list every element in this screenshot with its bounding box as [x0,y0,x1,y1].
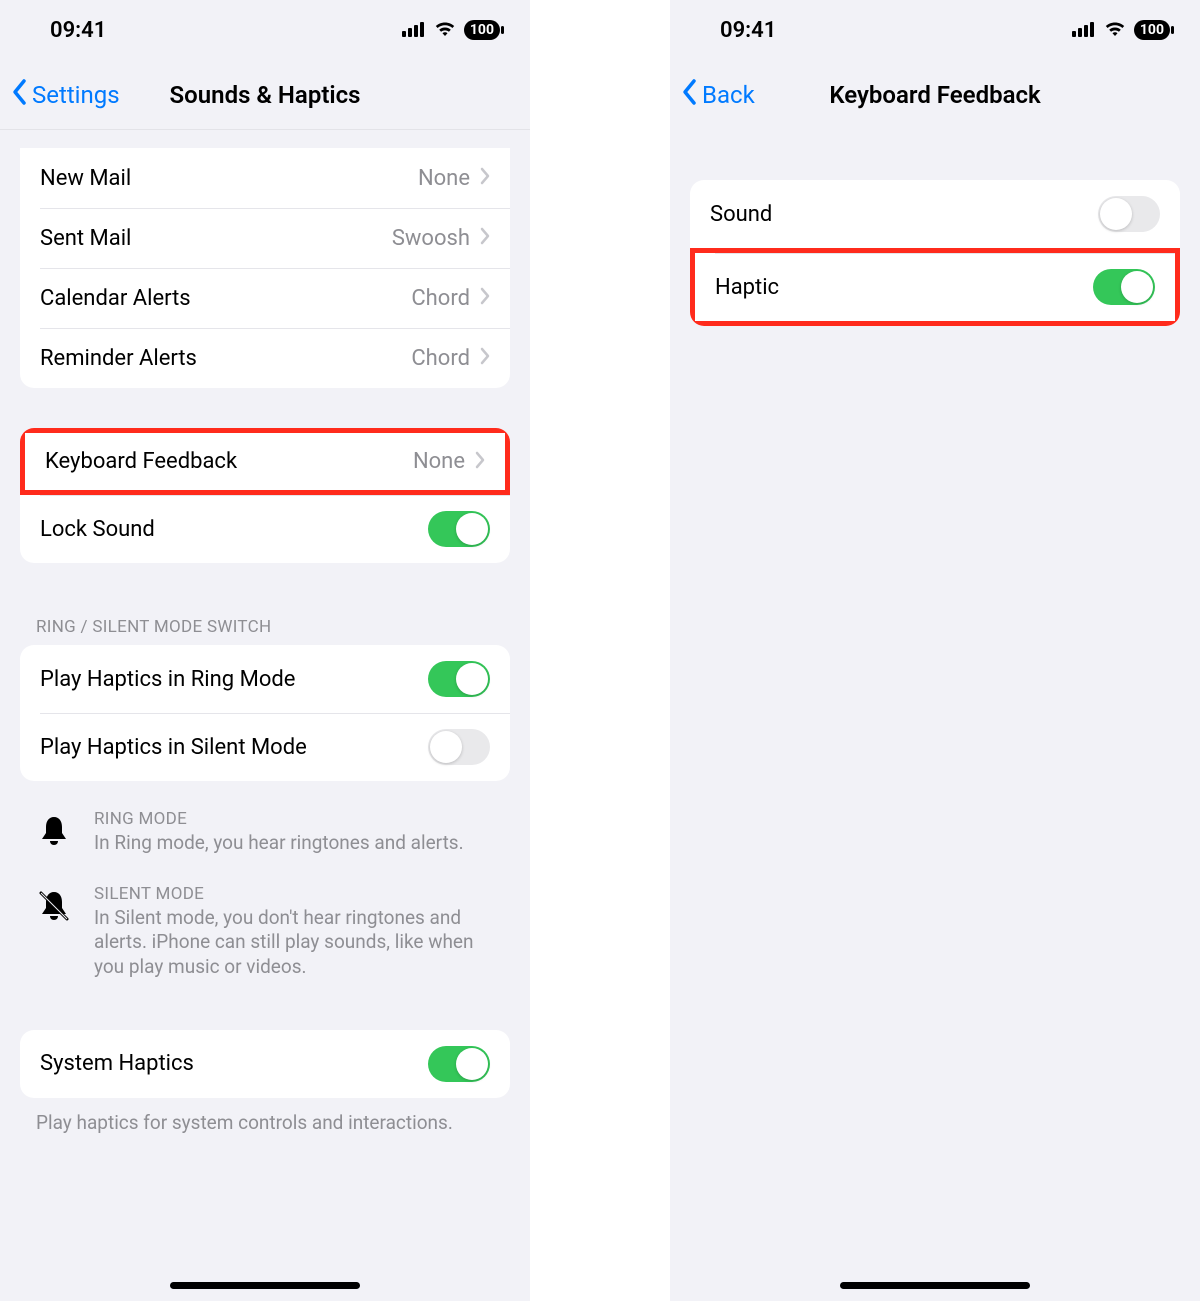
row-haptics-silent: Play Haptics in Silent Mode [20,713,510,781]
nav-bar: Back Keyboard Feedback [670,60,1200,130]
toggle-haptics-silent[interactable] [428,729,490,765]
toggle-system-haptics[interactable] [428,1046,490,1082]
chevron-right-icon [480,167,490,189]
back-label: Back [702,81,755,109]
battery-icon: 100 [464,20,500,40]
chevron-left-icon [680,78,698,112]
chevron-right-icon [475,451,485,473]
row-new-mail[interactable]: New Mail None [20,148,510,208]
settings-group-sounds: New Mail None Sent Mail Swoosh Calendar … [20,148,510,388]
row-reminder-alerts[interactable]: Reminder Alerts Chord [20,328,510,388]
settings-group-system-haptics: System Haptics [20,1030,510,1098]
row-label: Play Haptics in Silent Mode [40,735,428,760]
row-value: None [418,166,470,191]
group-header-ring-silent: RING / SILENT MODE SWITCH [0,603,530,645]
signal-icon [402,18,426,43]
group-footer-system-haptics: Play haptics for system controls and int… [0,1098,530,1136]
row-label: Sent Mail [40,226,392,251]
back-button[interactable]: Settings [0,78,120,112]
status-time: 09:41 [50,18,106,43]
back-button[interactable]: Back [670,78,755,112]
row-value: None [413,449,465,474]
info-title: SILENT MODE [94,884,494,904]
chevron-right-icon [480,287,490,309]
row-calendar-alerts[interactable]: Calendar Alerts Chord [20,268,510,328]
row-label: Calendar Alerts [40,286,411,311]
toggle-lock-sound[interactable] [428,511,490,547]
back-label: Settings [32,81,120,109]
row-value: Swoosh [392,226,470,251]
row-label: Play Haptics in Ring Mode [40,667,428,692]
bell-icon [36,809,76,853]
info-silent-mode: SILENT MODE In Silent mode, you don't he… [0,874,530,980]
wifi-icon [1104,18,1126,43]
nav-bar: Settings Sounds & Haptics [0,60,530,130]
row-haptic: Haptic [690,248,1180,326]
toggle-haptics-ring[interactable] [428,661,490,697]
row-value: Chord [411,286,470,311]
info-desc: In Silent mode, you don't hear ringtones… [94,906,494,980]
row-keyboard-feedback[interactable]: Keyboard Feedback None [20,428,510,495]
chevron-right-icon [480,227,490,249]
row-label: Keyboard Feedback [45,449,413,474]
row-label: Lock Sound [40,517,428,542]
toggle-kb-haptic[interactable] [1093,269,1155,305]
status-bar: 09:41 100 [670,0,1200,60]
status-bar: 09:41 100 [0,0,530,60]
row-system-haptics: System Haptics [20,1030,510,1098]
info-ring-mode: RING MODE In Ring mode, you hear rington… [0,799,530,856]
row-haptics-ring: Play Haptics in Ring Mode [20,645,510,713]
battery-icon: 100 [1134,20,1170,40]
row-sound: Sound [690,180,1180,248]
status-time: 09:41 [720,18,776,43]
home-indicator[interactable] [170,1282,360,1289]
row-label: Reminder Alerts [40,346,411,371]
home-indicator[interactable] [840,1282,1030,1289]
info-desc: In Ring mode, you hear ringtones and ale… [94,831,494,856]
bell-slash-icon [36,884,76,928]
toggle-kb-sound[interactable] [1098,196,1160,232]
row-label: Sound [710,202,1098,227]
row-label: System Haptics [40,1051,428,1076]
chevron-right-icon [480,347,490,369]
chevron-left-icon [10,78,28,112]
settings-group-keyboard-feedback: Sound Haptic [690,180,1180,326]
row-value: Chord [411,346,470,371]
row-label: New Mail [40,166,418,191]
row-sent-mail[interactable]: Sent Mail Swoosh [20,208,510,268]
wifi-icon [434,18,456,43]
row-label: Haptic [715,275,1093,300]
settings-group-keyboard: Keyboard Feedback None Lock Sound [20,428,510,563]
row-lock-sound: Lock Sound [20,495,510,563]
signal-icon [1072,18,1096,43]
info-title: RING MODE [94,809,494,829]
settings-group-ring-silent: Play Haptics in Ring Mode Play Haptics i… [20,645,510,781]
